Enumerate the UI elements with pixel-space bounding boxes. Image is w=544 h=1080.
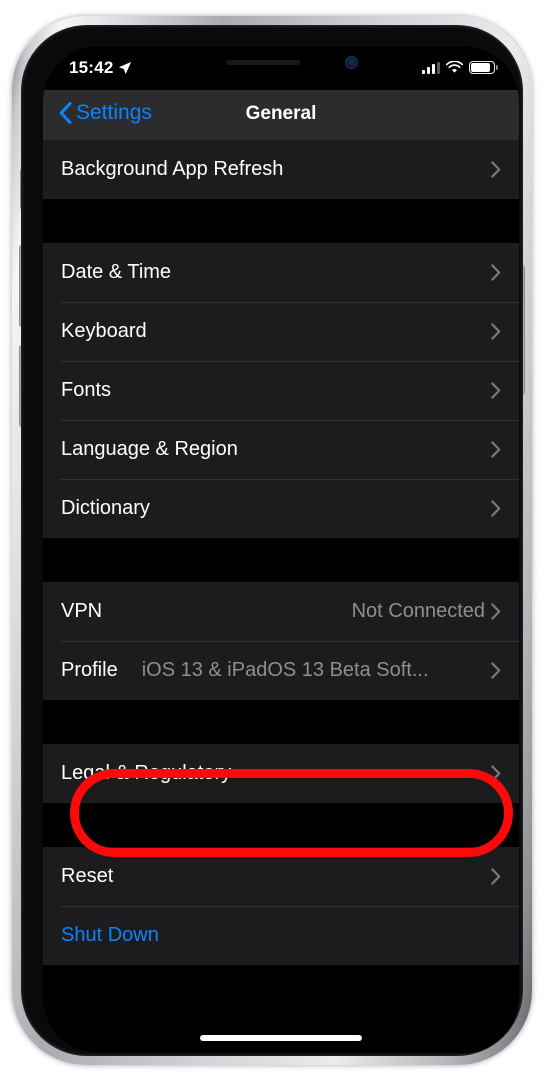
- phone-bezel: 15:42 Settings General Background App Re…: [21, 25, 523, 1056]
- list-item-label: Fonts: [61, 379, 112, 401]
- settings-section-legal-group: Legal & Regulatory: [43, 744, 519, 803]
- phone-screen: 15:42 Settings General Background App Re…: [43, 46, 519, 1053]
- list-item[interactable]: Keyboard: [43, 302, 519, 361]
- list-item[interactable]: Reset: [43, 847, 519, 906]
- list-item[interactable]: Background App Refresh: [43, 140, 519, 199]
- settings-section-vpn-group: VPN Not Connected Profile iOS 13 & iPadOS 1…: [43, 582, 519, 700]
- phone-mockup: 15:42 Settings General Background App Re…: [0, 0, 544, 1080]
- navigation-bar: Settings General: [43, 90, 519, 140]
- cellular-signal-icon: [422, 61, 440, 74]
- row-separator: [61, 302, 519, 303]
- list-item[interactable]: Legal & Regulatory: [43, 744, 519, 803]
- list-item[interactable]: Shut Down: [43, 906, 519, 965]
- list-item[interactable]: Dictionary: [43, 479, 519, 538]
- list-item-label: Date & Time: [61, 261, 172, 283]
- settings-section-datetime-group: Date & Time Keyboard Fonts Language & Regio…: [43, 243, 519, 538]
- status-time-label: 15:42: [69, 58, 114, 77]
- row-separator: [61, 906, 519, 907]
- list-item-label: Dictionary: [61, 497, 150, 519]
- section-gap: [43, 538, 519, 582]
- chevron-right-icon: [491, 603, 501, 620]
- notch: [174, 46, 388, 77]
- chevron-right-icon: [491, 382, 501, 399]
- list-item-value: iOS 13 & iPadOS 13 Beta Soft...: [141, 659, 429, 681]
- settings-list[interactable]: Background App Refresh Date & Time Keyboar…: [43, 140, 519, 1053]
- chevron-right-icon: [491, 662, 501, 679]
- status-indicators: [422, 61, 498, 74]
- chevron-right-icon: [491, 441, 501, 458]
- list-item[interactable]: VPN Not Connected: [43, 582, 519, 641]
- section-gap: [43, 700, 519, 744]
- location-arrow-icon: [119, 61, 132, 75]
- row-separator: [61, 479, 519, 480]
- list-item-label: Reset: [61, 865, 114, 887]
- phone-frame: 15:42 Settings General Background App Re…: [12, 16, 532, 1065]
- settings-section-background-refresh: Background App Refresh: [43, 140, 519, 199]
- list-item[interactable]: Date & Time: [43, 243, 519, 302]
- earpiece-speaker-icon: [226, 60, 300, 65]
- wifi-icon: [446, 61, 463, 73]
- list-item[interactable]: Language & Region: [43, 420, 519, 479]
- chevron-right-icon: [491, 500, 501, 517]
- chevron-right-icon: [491, 161, 501, 178]
- page-title: General: [245, 103, 317, 124]
- list-item-label: Background App Refresh: [61, 158, 284, 180]
- chevron-right-icon: [491, 868, 501, 885]
- home-indicator[interactable]: [200, 1035, 362, 1041]
- chevron-right-icon: [491, 323, 501, 340]
- list-item-label: VPN: [61, 600, 103, 622]
- settings-section-reset-group: Reset Shut Down: [43, 847, 519, 965]
- section-gap: [43, 803, 519, 847]
- row-separator: [61, 420, 519, 421]
- chevron-right-icon: [491, 264, 501, 281]
- chevron-right-icon: [491, 765, 501, 782]
- list-item-label: Legal & Regulatory: [61, 762, 232, 784]
- list-item[interactable]: Fonts: [43, 361, 519, 420]
- row-separator: [61, 641, 519, 642]
- front-camera-icon: [345, 56, 358, 69]
- status-time-group: 15:42: [69, 58, 132, 78]
- battery-fill: [471, 63, 491, 72]
- row-separator: [61, 361, 519, 362]
- section-gap: [43, 199, 519, 243]
- battery-icon: [469, 61, 498, 74]
- list-item-label: Keyboard: [61, 320, 147, 342]
- list-item-label: Shut Down: [61, 924, 159, 946]
- list-item-label: Language & Region: [61, 438, 238, 460]
- list-item-value: Not Connected: [351, 600, 485, 622]
- list-item-label: Profile: [61, 659, 118, 681]
- list-item[interactable]: Profile iOS 13 & iPadOS 13 Beta Soft...: [43, 641, 519, 700]
